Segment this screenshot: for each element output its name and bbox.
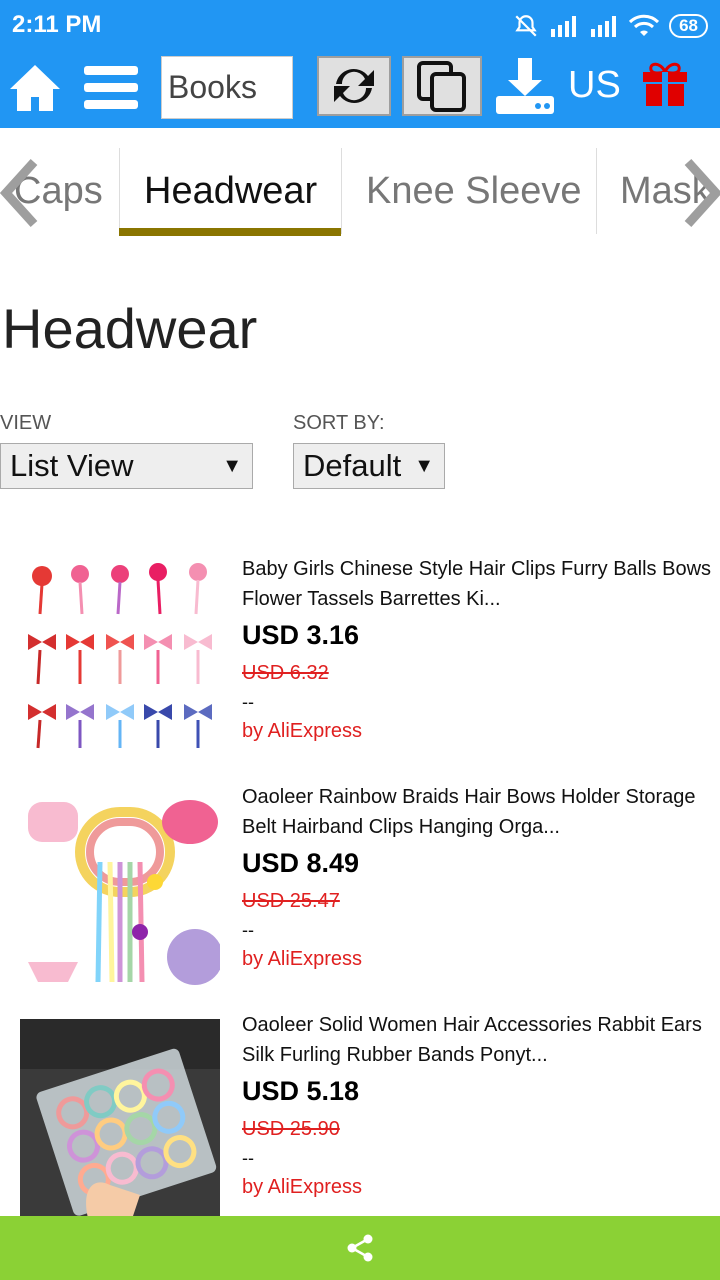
refresh-icon	[334, 68, 374, 104]
product-original-price: USD 25.90	[242, 1118, 340, 1140]
gift-button[interactable]	[640, 58, 690, 108]
product-title[interactable]: Baby Girls Chinese Style Hair Clips Furr…	[242, 554, 712, 614]
dropdown-caret-icon: ▼	[414, 455, 434, 477]
view-select[interactable]: List View ▼	[0, 443, 253, 489]
download-icon	[496, 58, 554, 114]
product-image[interactable]	[20, 782, 220, 990]
share-icon[interactable]	[345, 1233, 375, 1263]
product-title[interactable]: Oaoleer Rainbow Braids Hair Bows Holder …	[242, 782, 712, 842]
scroll-right-button[interactable]	[682, 158, 720, 228]
tab-divider	[119, 148, 120, 234]
status-icons: 68	[513, 12, 708, 40]
refresh-button[interactable]	[317, 56, 391, 116]
search-input[interactable]: Books	[161, 56, 293, 119]
tab-knee-sleeve[interactable]: Knee Sleeve	[366, 150, 582, 238]
product-original-price: USD 25.47	[242, 890, 340, 912]
battery-indicator: 68	[669, 14, 708, 38]
product-image[interactable]	[20, 1019, 220, 1225]
status-time: 2:11 PM	[12, 11, 102, 38]
menu-icon	[84, 66, 138, 109]
sort-select[interactable]: Default ▼	[293, 443, 445, 489]
product-rating: --	[242, 1148, 254, 1168]
product-title[interactable]: Oaoleer Solid Women Hair Accessories Rab…	[242, 1010, 712, 1070]
product-seller: by AliExpress	[242, 948, 363, 970]
product-image[interactable]	[20, 554, 220, 750]
page-title: Headwear	[2, 297, 258, 360]
product-price: USD 3.16	[242, 620, 360, 650]
view-label: VIEW	[0, 412, 52, 434]
home-button[interactable]	[8, 60, 62, 116]
product-seller: by AliExpress	[242, 720, 363, 742]
status-bar: 2:11 PM 68	[0, 0, 720, 52]
product-list-item[interactable]: Oaoleer Rainbow Braids Hair Bows Holder …	[0, 782, 720, 1010]
home-icon	[10, 65, 60, 111]
dropdown-caret-icon: ▼	[222, 455, 242, 477]
region-label[interactable]: US	[568, 64, 621, 107]
product-seller: by AliExpress	[242, 1176, 363, 1198]
scroll-left-button[interactable]	[0, 158, 40, 228]
product-list-item[interactable]: Baby Girls Chinese Style Hair Clips Furr…	[0, 554, 720, 782]
menu-button[interactable]	[84, 62, 138, 112]
toolbar: Books US	[0, 52, 720, 128]
tab-headwear[interactable]: Headwear	[144, 150, 317, 238]
tab-divider	[341, 148, 342, 234]
mute-alarm-icon	[515, 15, 537, 37]
product-rating: --	[242, 920, 254, 940]
product-price: USD 5.18	[242, 1076, 360, 1106]
chevron-right-icon	[684, 158, 720, 228]
signal-icon	[551, 16, 577, 37]
category-tabs: Caps Headwear Knee Sleeve Mask	[0, 128, 720, 238]
signal-icon	[591, 16, 617, 37]
sort-label: SORT BY:	[293, 412, 385, 434]
product-list-item[interactable]: Oaoleer Solid Women Hair Accessories Rab…	[0, 1010, 720, 1238]
download-button[interactable]	[492, 54, 558, 118]
share-bar[interactable]	[0, 1216, 720, 1280]
product-price: USD 8.49	[242, 848, 360, 878]
gift-icon	[643, 62, 687, 106]
copy-icon	[417, 61, 466, 112]
copy-button[interactable]	[402, 56, 482, 116]
tab-divider	[596, 148, 597, 234]
chevron-left-icon	[0, 158, 38, 228]
product-original-price: USD 6.32	[242, 662, 329, 684]
wifi-icon	[629, 14, 660, 36]
view-select-value: List View	[10, 448, 134, 483]
active-tab-indicator	[119, 228, 341, 236]
product-rating: --	[242, 692, 254, 712]
sort-select-value: Default	[303, 448, 402, 483]
